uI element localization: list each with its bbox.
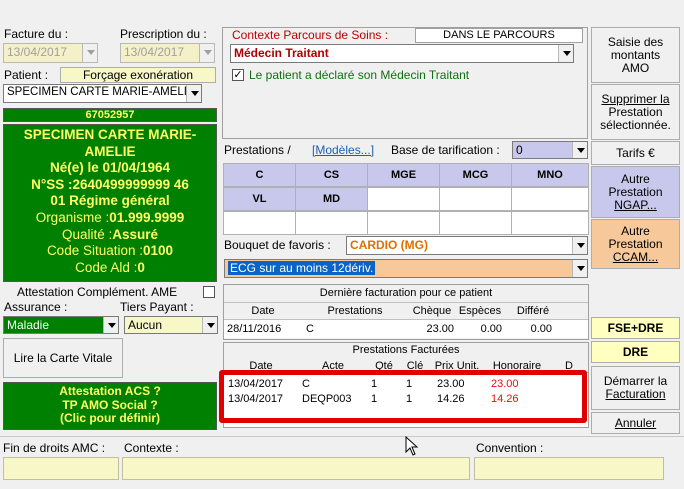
fin-droits-amc-field[interactable]	[3, 457, 119, 480]
facture-label: Facture du :	[4, 27, 69, 41]
demarrer-facturation-button[interactable]: Démarrer la Facturation	[591, 366, 680, 410]
col-header: Chèque	[412, 305, 452, 317]
patient-label: Patient :	[4, 68, 49, 82]
patient-code-ald: Code Ald :0	[75, 259, 145, 275]
supprimer-prestation-button[interactable]: Supprimer la Prestation sélectionnée.	[591, 84, 680, 140]
highlight-annotation	[219, 370, 587, 423]
tarifs-button[interactable]: Tarifs €	[591, 141, 680, 165]
chevron-down-icon	[103, 317, 118, 333]
prescription-date-select[interactable]: 13/04/2017	[120, 43, 215, 63]
chevron-down-icon	[572, 237, 587, 254]
prestation-empty-slot[interactable]	[223, 211, 296, 235]
annuler-button[interactable]: Annuler	[591, 412, 680, 434]
prestation-empty-slot[interactable]	[511, 211, 589, 235]
derniere-differe: 0.00	[530, 323, 552, 335]
prestation-vl-button[interactable]: VL	[223, 187, 296, 211]
declared-medecin-checkbox[interactable]: ✓	[232, 69, 244, 81]
bouquet-favoris-select[interactable]: CARDIO (MG)	[346, 236, 588, 255]
base-tarification-label: Base de tarification :	[391, 143, 500, 157]
dre-button[interactable]: DRE	[591, 341, 680, 363]
prestation-empty-slot[interactable]	[511, 187, 589, 211]
prestation-empty-slot[interactable]	[367, 187, 440, 211]
base-tarification-select[interactable]: 0	[512, 141, 588, 159]
patient-regime: 01 Régime général	[50, 193, 170, 209]
patient-organisme: Organisme :01.999.9999	[35, 209, 185, 225]
bouquet-favoris-label: Bouquet de favoris :	[224, 238, 331, 252]
read-carte-vitale-button[interactable]: Lire la Carte Vitale	[3, 338, 123, 378]
modeles-link[interactable]: [Modèles...]	[312, 143, 374, 157]
derniere-prestations: C	[306, 323, 314, 335]
contexte-field[interactable]	[122, 457, 470, 480]
patient-nss: N°SS :2640499999999 46	[31, 176, 189, 192]
divider	[0, 436, 684, 437]
chevron-down-icon	[186, 85, 201, 102]
chevron-down-icon	[558, 45, 573, 62]
convention-field[interactable]	[474, 457, 664, 480]
assurance-label: Assurance :	[4, 300, 68, 314]
tiers-payant-select[interactable]: Aucun	[124, 316, 218, 334]
patient-number: 67052957	[3, 108, 217, 122]
prestation-mge-button[interactable]: MGE	[367, 163, 440, 187]
attestation-ame-label: Attestation Complément. AME	[17, 285, 178, 299]
chevron-down-icon	[199, 44, 214, 62]
declared-medecin-label: Le patient a déclaré son Médecin Traitan…	[249, 68, 470, 82]
facture-date-select[interactable]: 13/04/2017	[3, 43, 98, 63]
patient-qualite: Qualité :Assuré	[61, 226, 159, 242]
derniere-date: 28/11/2016	[227, 323, 282, 335]
patient-name-line2: AMELIE	[84, 143, 136, 159]
col-header: Prestations	[327, 305, 383, 317]
chevron-down-icon	[82, 44, 97, 62]
autre-prestation-ccam-button[interactable]: Autre Prestation CCAM...	[591, 219, 680, 269]
saisie-montants-amo-button[interactable]: Saisie des montants AMO	[591, 27, 680, 83]
prestation-empty-slot[interactable]	[295, 211, 368, 235]
assurance-select[interactable]: Maladie	[3, 316, 119, 334]
prestation-md-button[interactable]: MD	[295, 187, 368, 211]
prestations-label: Prestations /	[224, 143, 291, 157]
derniere-especes: 0.00	[480, 323, 502, 335]
acs-attestation-panel[interactable]: Attestation ACS ? TP AMO Social ? (Clic …	[3, 382, 217, 430]
derniere-facturation-title: Dernière facturation pour ce patient	[319, 287, 493, 299]
autre-prestation-ngap-button[interactable]: Autre Prestation NGAP...	[591, 166, 680, 218]
prescription-label: Prescription du :	[120, 27, 207, 41]
patient-info-panel: SPECIMEN CARTE MARIE- AMELIE Né(e) le 01…	[3, 124, 217, 282]
chevron-down-icon	[202, 317, 217, 333]
patient-code-situation: Code Situation :0100	[46, 243, 174, 259]
convention-label: Convention :	[476, 441, 544, 455]
patient-select[interactable]: SPECIMEN CARTE MARIE-AMELIE	[3, 84, 202, 103]
prestation-mcg-button[interactable]: MCG	[439, 163, 512, 187]
contexte-parcours-label: Contexte Parcours de Soins :	[232, 28, 389, 42]
prestation-empty-slot[interactable]	[367, 211, 440, 235]
tiers-payant-label: Tiers Payant :	[120, 300, 194, 314]
patient-name-line1: SPECIMEN CARTE MARIE-	[23, 127, 197, 142]
derniere-cheque: 23.00	[426, 323, 454, 335]
prestation-empty-slot[interactable]	[439, 211, 512, 235]
contexte-label: Contexte :	[124, 441, 179, 455]
mouse-pointer-icon	[405, 436, 419, 456]
attestation-ame-checkbox[interactable]	[203, 286, 215, 298]
medecin-traitant-select[interactable]: Médecin Traitant	[230, 44, 574, 63]
parcours-status-badge: DANS LE PARCOURS	[415, 28, 583, 43]
forcage-exoneration-button[interactable]: Forçage exonération	[60, 67, 216, 83]
prestation-cs-button[interactable]: CS	[295, 163, 368, 187]
fin-droits-amc-label: Fin de droits AMC :	[3, 441, 106, 455]
col-header: Espèces	[458, 305, 502, 317]
fse-dre-button[interactable]: FSE+DRE	[591, 317, 680, 339]
col-header: Différé	[516, 305, 550, 317]
favori-acte-select[interactable]: ECG sur au moins 12dériv.	[224, 259, 588, 278]
patient-birth: Né(e) le 01/04/1964	[49, 160, 171, 176]
prestations-facturees-title: Prestations Facturées	[352, 344, 460, 356]
prestation-mno-button[interactable]: MNO	[511, 163, 589, 187]
prestation-c-button[interactable]: C	[223, 163, 296, 187]
chevron-down-icon	[572, 142, 587, 158]
col-header: Date	[251, 305, 275, 317]
chevron-down-icon	[572, 260, 587, 277]
prestation-empty-slot[interactable]	[439, 187, 512, 211]
